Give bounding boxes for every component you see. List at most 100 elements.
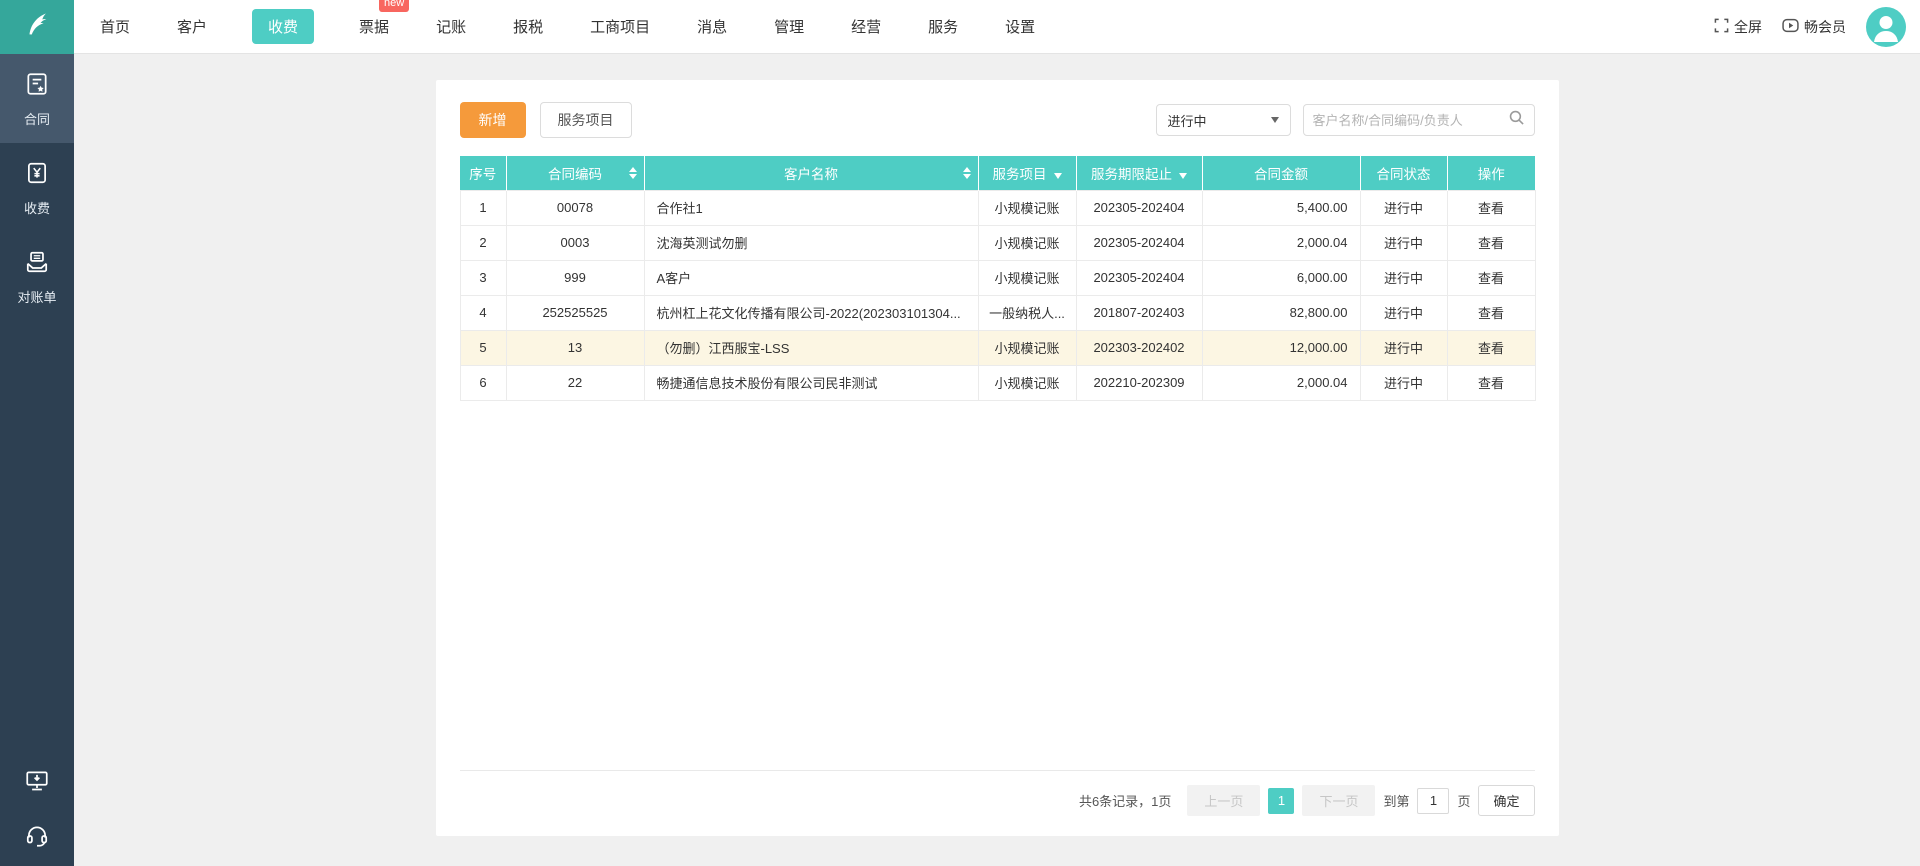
fullscreen-button[interactable]: 全屏 [1714, 17, 1762, 37]
goto-prefix-label: 到第 [1383, 794, 1410, 809]
nav-management[interactable]: 管理 [772, 9, 806, 44]
col-customer-name: 客户名称 [644, 156, 979, 190]
records-summary: 共6条记录，1页 [1078, 794, 1172, 809]
feather-logo-icon [22, 9, 52, 44]
main-nav: 首页 客户 收费 票据 new 记账 报税 工商项目 消息 管理 经营 服务 设… [98, 0, 1037, 44]
search-input[interactable] [1312, 112, 1508, 128]
cell-period: 202305-202404 [1075, 189, 1203, 226]
nav-invoices[interactable]: 票据 new [357, 0, 410, 44]
sidebar-item-label: 合同 [23, 112, 50, 127]
view-link[interactable]: 查看 [1478, 376, 1504, 391]
cell-code: 0003 [505, 224, 645, 261]
cell-service: 一般纳税人... [977, 294, 1077, 331]
cell-service: 小规模记账 [977, 329, 1077, 366]
client-download-icon[interactable] [24, 768, 50, 799]
nav-tax-filing[interactable]: 报税 [511, 9, 545, 44]
cell-status: 进行中 [1359, 294, 1448, 331]
view-link[interactable]: 查看 [1478, 201, 1504, 216]
nav-messages[interactable]: 消息 [695, 9, 729, 44]
sidebar-item-fees[interactable]: 收费 [0, 143, 74, 232]
cell-amount: 12,000.00 [1201, 329, 1361, 366]
nav-services[interactable]: 服务 [926, 9, 960, 44]
col-status: 合同状态 [1360, 156, 1448, 190]
member-play-icon [1782, 17, 1799, 37]
nav-customers[interactable]: 客户 [175, 9, 209, 44]
goto-page-input[interactable] [1417, 787, 1450, 814]
current-page-button[interactable]: 1 [1268, 787, 1295, 814]
cell-customer: 沈海英测试勿删 [643, 224, 979, 261]
cell-action: 查看 [1446, 294, 1536, 331]
col-service-item: 服务项目 [978, 156, 1077, 190]
cell-status: 进行中 [1359, 329, 1448, 366]
cell-code: 252525525 [505, 294, 645, 331]
view-link[interactable]: 查看 [1478, 236, 1504, 251]
sidebar-item-label: 收费 [23, 201, 50, 216]
cell-amount: 6,000.00 [1201, 259, 1361, 296]
statement-icon [24, 249, 50, 278]
fullscreen-label: 全屏 [1734, 18, 1762, 35]
sort-icon[interactable] [962, 166, 971, 179]
nav-settings[interactable]: 设置 [1003, 9, 1037, 44]
col-service-period: 服务期限起止 [1076, 156, 1203, 190]
app-logo[interactable] [0, 0, 74, 54]
sidebar-bottom [0, 768, 74, 854]
member-button[interactable]: 畅会员 [1782, 17, 1846, 37]
avatar[interactable] [1866, 6, 1906, 47]
search-icon[interactable] [1508, 109, 1525, 131]
sidebar-item-statements[interactable]: 对账单 [0, 232, 74, 321]
table-row[interactable]: 4 252525525 杭州杠上花文化传播有限公司-2022(202303101… [459, 294, 1536, 331]
confirm-button[interactable]: 确定 [1478, 785, 1535, 816]
add-button[interactable]: 新增 [459, 102, 526, 138]
cell-seq: 2 [459, 224, 507, 261]
prev-page-button[interactable]: 上一页 [1187, 785, 1261, 816]
next-page-button[interactable]: 下一页 [1302, 785, 1376, 816]
cell-status: 进行中 [1359, 364, 1448, 401]
sidebar-item-contracts[interactable]: 合同 [0, 54, 74, 143]
nav-business-projects[interactable]: 工商项目 [588, 9, 652, 44]
nav-bookkeeping[interactable]: 记账 [434, 9, 468, 44]
cell-seq: 4 [459, 294, 507, 331]
nav-home[interactable]: 首页 [98, 9, 132, 44]
cell-seq: 6 [459, 364, 507, 401]
contracts-table: 序号 合同编码 客户名称 服务项目 服务期限起止 合同金额 合同状态 操作 1 … [459, 156, 1536, 401]
cell-customer: （勿删）江西服宝-LSS [643, 329, 979, 366]
nav-operations[interactable]: 经营 [849, 9, 883, 44]
filter-icon[interactable] [1053, 172, 1062, 179]
cell-action: 查看 [1446, 364, 1536, 401]
status-filter-select[interactable]: 进行中 [1155, 104, 1291, 136]
cell-action: 查看 [1446, 329, 1536, 366]
service-items-button[interactable]: 服务项目 [539, 102, 632, 138]
cell-seq: 1 [459, 189, 507, 226]
table-row-selected[interactable]: 5 13 （勿删）江西服宝-LSS 小规模记账 202303-202402 12… [459, 329, 1536, 366]
status-filter-value: 进行中 [1167, 113, 1207, 129]
contract-icon [24, 71, 50, 100]
cell-action: 查看 [1446, 224, 1536, 261]
contracts-card: 新增 服务项目 进行中 客户名称/合同编码/负责人 序号 合同编码 客户名称 服… [435, 80, 1559, 836]
toolbar: 新增 服务项目 进行中 [459, 102, 1535, 138]
cell-seq: 5 [459, 329, 507, 366]
cell-customer: 畅捷通信息技术股份有限公司民非测试 [643, 364, 979, 401]
col-actions: 操作 [1447, 156, 1535, 190]
table-row[interactable]: 6 22 畅捷通信息技术股份有限公司民非测试 小规模记账 202210-2023… [459, 364, 1536, 401]
table-row[interactable]: 2 0003 沈海英测试勿删 小规模记账 202305-202404 2,000… [459, 224, 1536, 261]
cell-action: 查看 [1446, 259, 1536, 296]
cell-amount: 2,000.04 [1201, 224, 1361, 261]
sidebar-item-label: 对账单 [17, 290, 57, 305]
sort-icon[interactable] [628, 166, 637, 179]
cell-period: 202305-202404 [1075, 224, 1203, 261]
cell-service: 小规模记账 [977, 364, 1077, 401]
cell-customer: 合作社1 [643, 189, 979, 226]
nav-fees[interactable]: 收费 [252, 9, 315, 44]
sidebar: 合同 收费 对账单 [0, 54, 74, 866]
search-box [1302, 104, 1535, 136]
view-link[interactable]: 查看 [1478, 341, 1504, 356]
cell-amount: 82,800.00 [1201, 294, 1361, 331]
table-row[interactable]: 1 00078 合作社1 小规模记账 202305-202404 5,400.0… [459, 189, 1536, 226]
filter-icon[interactable] [1179, 172, 1187, 179]
col-service-item-label: 服务项目 [992, 166, 1047, 182]
table-row[interactable]: 3 999 A客户 小规模记账 202305-202404 6,000.00 进… [459, 259, 1536, 296]
view-link[interactable]: 查看 [1478, 306, 1504, 321]
view-link[interactable]: 查看 [1478, 271, 1504, 286]
support-icon[interactable] [24, 823, 50, 854]
col-contract-code: 合同编码 [506, 156, 645, 190]
